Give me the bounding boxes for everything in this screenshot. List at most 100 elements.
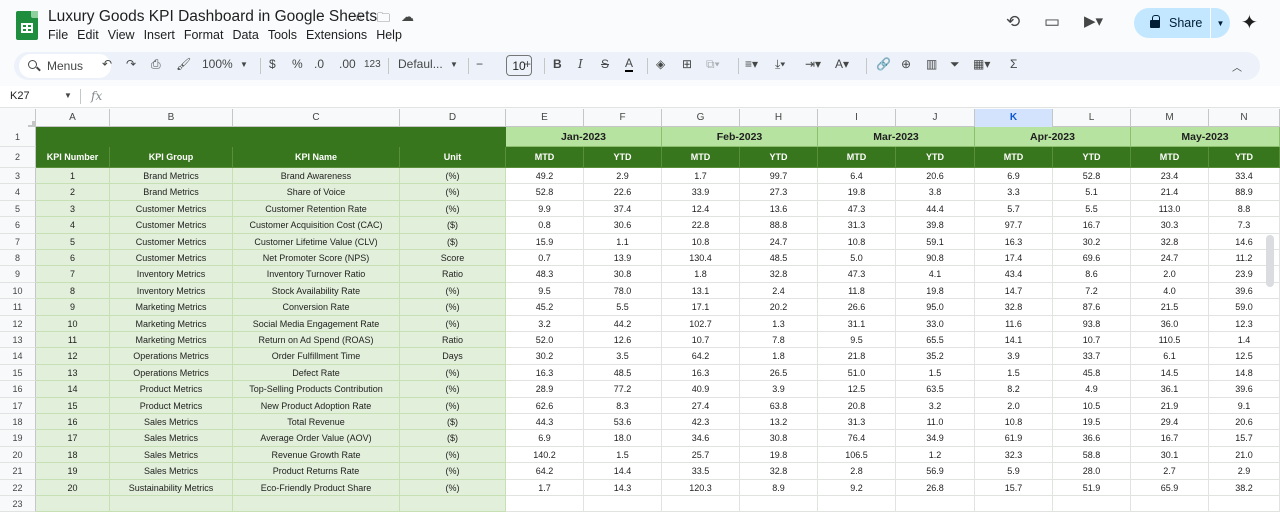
mtd-value-cell[interactable]: 61.9 xyxy=(975,430,1053,447)
menu-help[interactable]: Help xyxy=(376,28,408,42)
kpi-name-cell[interactable]: Net Promoter Score (NPS) xyxy=(233,250,400,267)
kpi-number-cell[interactable]: 19 xyxy=(36,463,110,480)
kpi-name-cell[interactable]: Average Order Value (AOV) xyxy=(233,430,400,447)
italic-button[interactable]: I xyxy=(578,57,583,71)
ytd-value-cell[interactable]: 30.6 xyxy=(584,217,662,234)
unit-cell[interactable]: Ratio xyxy=(400,332,506,349)
ytd-value-cell[interactable]: 95.0 xyxy=(896,299,975,316)
header-ytd[interactable]: YTD xyxy=(896,147,975,168)
insert-link-icon[interactable]: 🔗 xyxy=(876,57,891,71)
mtd-value-cell[interactable]: 21.8 xyxy=(818,348,896,365)
row-header[interactable]: 8 xyxy=(0,250,36,267)
month-header[interactable]: Mar-2023 xyxy=(818,127,975,147)
column-header-n[interactable]: N xyxy=(1209,109,1280,127)
mtd-value-cell[interactable]: 32.3 xyxy=(975,446,1053,464)
ytd-value-cell[interactable]: 8.3 xyxy=(584,397,662,414)
kpi-group-cell[interactable]: Sustainability Metrics xyxy=(110,479,233,496)
ytd-value-cell[interactable]: 63.8 xyxy=(740,397,818,414)
ytd-value-cell[interactable]: 1.5 xyxy=(584,446,662,464)
mtd-value-cell[interactable]: 9.5 xyxy=(506,282,584,300)
mtd-value-cell[interactable]: 3.9 xyxy=(975,348,1053,365)
mtd-value-cell[interactable]: 64.2 xyxy=(506,463,584,480)
ytd-value-cell[interactable]: 11.0 xyxy=(896,414,975,431)
zoom-select[interactable]: 100% xyxy=(202,57,233,71)
header-mtd[interactable]: MTD xyxy=(1131,147,1209,168)
ytd-value-cell[interactable]: 3.2 xyxy=(896,397,975,414)
select-all-corner[interactable] xyxy=(0,109,36,128)
kpi-name-cell[interactable]: Social Media Engagement Rate xyxy=(233,315,400,332)
mtd-value-cell[interactable]: 12.5 xyxy=(818,381,896,398)
row-header[interactable]: 20 xyxy=(0,446,36,464)
empty-cell[interactable] xyxy=(1131,496,1209,513)
ytd-value-cell[interactable]: 44.4 xyxy=(896,200,975,218)
mtd-value-cell[interactable]: 9.9 xyxy=(506,200,584,218)
mtd-value-cell[interactable]: 16.3 xyxy=(662,364,740,382)
kpi-name-cell[interactable]: Product Returns Rate xyxy=(233,463,400,480)
filter-icon[interactable]: ⏷ xyxy=(950,57,960,72)
mtd-value-cell[interactable]: 6.1 xyxy=(1131,348,1209,365)
empty-cell[interactable] xyxy=(1053,496,1131,513)
ytd-value-cell[interactable]: 22.6 xyxy=(584,184,662,201)
ytd-value-cell[interactable]: 30.8 xyxy=(584,266,662,283)
mtd-value-cell[interactable]: 17.1 xyxy=(662,299,740,316)
empty-cell[interactable] xyxy=(400,496,506,513)
font-family-select[interactable]: Defaul... xyxy=(398,57,443,71)
kpi-name-cell[interactable]: Total Revenue xyxy=(233,414,400,431)
ytd-value-cell[interactable]: 65.5 xyxy=(896,332,975,349)
mtd-value-cell[interactable]: 43.4 xyxy=(975,266,1053,283)
ytd-value-cell[interactable]: 19.8 xyxy=(896,282,975,300)
empty-cell[interactable] xyxy=(1209,496,1280,513)
filter-views-icon[interactable]: ▦▾ xyxy=(973,57,990,71)
ytd-value-cell[interactable]: 36.6 xyxy=(1053,430,1131,447)
ytd-value-cell[interactable]: 19.8 xyxy=(740,446,818,464)
mtd-value-cell[interactable]: 36.1 xyxy=(1131,381,1209,398)
mtd-value-cell[interactable]: 6.9 xyxy=(975,168,1053,185)
ytd-value-cell[interactable]: 20.6 xyxy=(1209,414,1280,431)
mtd-value-cell[interactable]: 16.3 xyxy=(506,364,584,382)
ytd-value-cell[interactable]: 13.2 xyxy=(740,414,818,431)
row-header[interactable]: 2 xyxy=(0,147,36,168)
ytd-value-cell[interactable]: 99.7 xyxy=(740,168,818,185)
mtd-value-cell[interactable]: 36.0 xyxy=(1131,315,1209,332)
header-kpi-number[interactable]: KPI Number xyxy=(36,147,110,168)
ytd-value-cell[interactable]: 12.6 xyxy=(584,332,662,349)
ytd-value-cell[interactable]: 8.9 xyxy=(740,479,818,496)
kpi-group-cell[interactable]: Sales Metrics xyxy=(110,430,233,447)
mtd-value-cell[interactable]: 97.7 xyxy=(975,217,1053,234)
header-mtd[interactable]: MTD xyxy=(818,147,896,168)
kpi-group-cell[interactable]: Inventory Metrics xyxy=(110,266,233,283)
mtd-value-cell[interactable]: 13.1 xyxy=(662,282,740,300)
header-mtd[interactable]: MTD xyxy=(506,147,584,168)
header-ytd[interactable]: YTD xyxy=(1209,147,1280,168)
kpi-name-cell[interactable]: Brand Awareness xyxy=(233,168,400,185)
decrease-font-size-button[interactable]: − xyxy=(476,57,483,71)
ytd-value-cell[interactable]: 33.7 xyxy=(1053,348,1131,365)
kpi-number-cell[interactable]: 18 xyxy=(36,446,110,464)
mtd-value-cell[interactable]: 16.7 xyxy=(1131,430,1209,447)
menu-format[interactable]: Format xyxy=(184,28,230,42)
mtd-value-cell[interactable]: 64.2 xyxy=(662,348,740,365)
row-header[interactable]: 14 xyxy=(0,348,36,365)
unit-cell[interactable]: (%) xyxy=(400,364,506,382)
kpi-group-cell[interactable]: Marketing Metrics xyxy=(110,315,233,332)
kpi-group-cell[interactable]: Product Metrics xyxy=(110,381,233,398)
mtd-value-cell[interactable]: 4.0 xyxy=(1131,282,1209,300)
strikethrough-button[interactable]: S xyxy=(601,57,609,71)
mtd-value-cell[interactable]: 11.6 xyxy=(975,315,1053,332)
mtd-value-cell[interactable]: 1.7 xyxy=(506,479,584,496)
ytd-value-cell[interactable]: 48.5 xyxy=(584,364,662,382)
header-unit[interactable]: Unit xyxy=(400,147,506,168)
row-header[interactable]: 12 xyxy=(0,315,36,332)
ytd-value-cell[interactable]: 13.9 xyxy=(584,250,662,267)
kpi-name-cell[interactable]: Inventory Turnover Ratio xyxy=(233,266,400,283)
mtd-value-cell[interactable]: 47.3 xyxy=(818,200,896,218)
mtd-value-cell[interactable]: 33.9 xyxy=(662,184,740,201)
kpi-name-cell[interactable]: New Product Adoption Rate xyxy=(233,397,400,414)
mtd-value-cell[interactable]: 0.8 xyxy=(506,217,584,234)
column-header-d[interactable]: D xyxy=(400,109,506,127)
mtd-value-cell[interactable]: 15.7 xyxy=(975,479,1053,496)
mtd-value-cell[interactable]: 0.7 xyxy=(506,250,584,267)
column-header-g[interactable]: G xyxy=(662,109,740,127)
increase-font-size-button[interactable]: + xyxy=(524,57,531,71)
mtd-value-cell[interactable]: 44.3 xyxy=(506,414,584,431)
